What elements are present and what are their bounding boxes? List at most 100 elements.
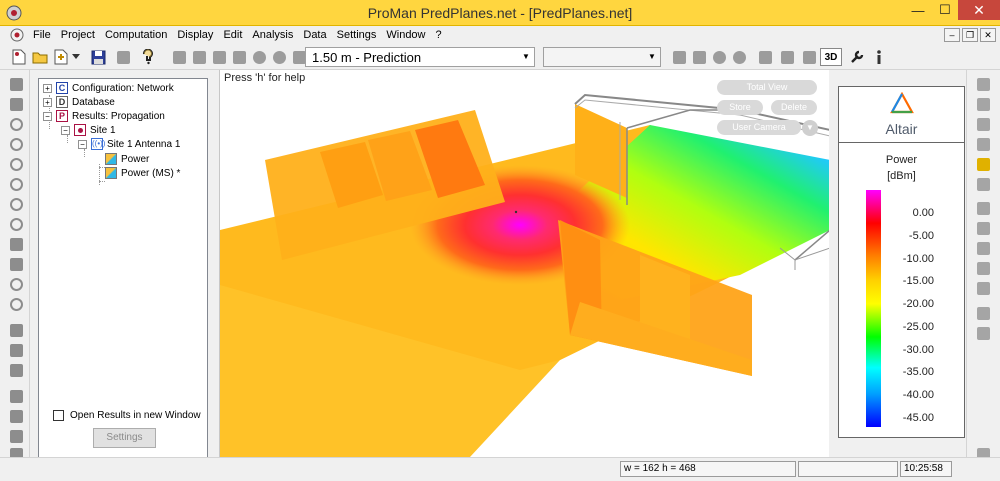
document-icon[interactable]: [10, 28, 24, 42]
antenna-icon[interactable]: [8, 196, 24, 212]
right-tool-map-icon[interactable]: [975, 156, 991, 172]
tree-item-power[interactable]: Power: [105, 153, 149, 165]
tool-f-icon[interactable]: [778, 48, 796, 66]
menu-settings[interactable]: Settings: [332, 26, 382, 44]
menu-computation[interactable]: Computation: [100, 26, 172, 44]
right-tool-12-icon[interactable]: [975, 305, 991, 321]
tool-c-icon[interactable]: [710, 48, 728, 66]
right-tool-9-icon[interactable]: [975, 240, 991, 256]
tree-item-label: Site 1: [90, 124, 116, 136]
run-ms-icon[interactable]: [8, 408, 24, 424]
menu-project[interactable]: Project: [56, 26, 100, 44]
transfer-icon[interactable]: [8, 362, 24, 378]
tree-item-database[interactable]: + D Database: [43, 96, 115, 108]
menu-edit[interactable]: Edit: [218, 26, 247, 44]
right-tool-7-icon[interactable]: [975, 200, 991, 216]
tree-item-antenna-1[interactable]: − ((•)) Site 1 Antenna 1: [78, 138, 180, 150]
grid-icon[interactable]: [8, 322, 24, 338]
left-tool-disable-icon[interactable]: [8, 136, 24, 152]
camera-dropdown-icon[interactable]: ▼: [802, 120, 818, 136]
tool-d-icon[interactable]: [730, 48, 748, 66]
checkbox-label: Open Results in new Window: [70, 410, 201, 421]
right-tool-2-icon[interactable]: [975, 96, 991, 112]
settings-button[interactable]: Settings: [93, 428, 156, 448]
secondary-select[interactable]: ▼: [543, 47, 661, 67]
run-net-icon[interactable]: [8, 428, 24, 444]
tool-e-icon[interactable]: [756, 48, 774, 66]
right-tool-11-icon[interactable]: [975, 280, 991, 296]
menu-data[interactable]: Data: [298, 26, 331, 44]
print-icon[interactable]: [114, 48, 132, 66]
tree-expander[interactable]: −: [61, 125, 70, 135]
chevron-down-icon[interactable]: ▼: [644, 48, 660, 66]
close-button[interactable]: ✕: [958, 0, 1000, 20]
right-tool-1-icon[interactable]: [975, 76, 991, 92]
left-tool-1-icon[interactable]: [8, 76, 24, 92]
right-tool-8-icon[interactable]: [975, 220, 991, 236]
legend-label: -40.00: [902, 389, 934, 401]
import-dropdown-icon[interactable]: [70, 48, 82, 66]
info-icon[interactable]: [870, 48, 888, 66]
right-tool-13-icon[interactable]: [975, 325, 991, 341]
help-icon[interactable]: [139, 48, 157, 66]
tool-zoom-out-icon[interactable]: [270, 48, 288, 66]
chevron-down-icon[interactable]: ▼: [518, 48, 534, 66]
tool-b-icon[interactable]: [690, 48, 708, 66]
minimize-button[interactable]: —: [904, 0, 932, 20]
pencil-icon[interactable]: [8, 236, 24, 252]
mdi-minimize-button[interactable]: –: [944, 28, 960, 42]
mdi-close-button[interactable]: ✕: [980, 28, 996, 42]
import-icon[interactable]: [52, 48, 70, 66]
tool-rotate-icon[interactable]: [210, 48, 228, 66]
left-tool-2-icon[interactable]: [8, 96, 24, 112]
tool-a-icon[interactable]: [670, 48, 688, 66]
new-file-icon[interactable]: [10, 48, 28, 66]
left-tool-target2-icon[interactable]: [8, 176, 24, 192]
select-icon[interactable]: [8, 342, 24, 358]
tool-select-icon[interactable]: [170, 48, 188, 66]
checkbox-box[interactable]: [53, 410, 64, 421]
tool-zoom-icon[interactable]: [230, 48, 248, 66]
antenna-3-icon[interactable]: [8, 276, 24, 292]
antenna-4-icon[interactable]: [8, 296, 24, 312]
mdi-controls: – ❐ ✕: [944, 28, 996, 42]
view-3d-button[interactable]: 3D: [820, 48, 842, 66]
total-view-button[interactable]: Total View: [717, 80, 817, 95]
left-tool-circle-icon[interactable]: [8, 116, 24, 132]
tree-item-results-propagation[interactable]: − P Results: Propagation: [43, 110, 165, 122]
signal-icon[interactable]: [8, 256, 24, 272]
tool-zoom-in-icon[interactable]: [250, 48, 268, 66]
menu-file[interactable]: File: [28, 26, 56, 44]
tree-expander[interactable]: −: [43, 111, 52, 121]
store-view-button[interactable]: Store: [717, 100, 763, 115]
left-tool-target-icon[interactable]: [8, 156, 24, 172]
user-camera-button[interactable]: User Camera: [717, 120, 801, 135]
maximize-button[interactable]: ☐: [932, 0, 958, 20]
tree-item-power-ms[interactable]: Power (MS) *: [105, 167, 180, 179]
tree-expander[interactable]: +: [43, 97, 52, 107]
menu-help[interactable]: ?: [431, 26, 447, 44]
tree-item-configuration[interactable]: + C Configuration: Network: [43, 82, 174, 94]
tool-move-icon[interactable]: [190, 48, 208, 66]
tree-item-site-1[interactable]: − Site 1: [61, 124, 116, 136]
open-results-new-window-checkbox[interactable]: Open Results in new Window: [53, 410, 201, 421]
prediction-select[interactable]: 1.50 m - Prediction ▼: [305, 47, 535, 67]
run-pro-icon[interactable]: [8, 388, 24, 404]
right-tool-3-icon[interactable]: [975, 116, 991, 132]
wrench-icon[interactable]: [848, 48, 866, 66]
prediction-3d-view[interactable]: Press 'h' for help Total View Store Dele…: [219, 70, 829, 457]
menu-window[interactable]: Window: [381, 26, 430, 44]
antenna-2-icon[interactable]: [8, 216, 24, 232]
tree-expander[interactable]: +: [43, 83, 52, 93]
right-tool-4-icon[interactable]: [975, 136, 991, 152]
menu-display[interactable]: Display: [172, 26, 218, 44]
tree-expander[interactable]: −: [78, 139, 87, 149]
save-icon[interactable]: [89, 48, 107, 66]
mdi-restore-button[interactable]: ❐: [962, 28, 978, 42]
tool-g-icon[interactable]: [800, 48, 818, 66]
menu-analysis[interactable]: Analysis: [247, 26, 298, 44]
right-tool-10-icon[interactable]: [975, 260, 991, 276]
right-tool-6-icon[interactable]: [975, 176, 991, 192]
open-folder-icon[interactable]: [31, 48, 49, 66]
delete-view-button[interactable]: Delete: [771, 100, 817, 115]
